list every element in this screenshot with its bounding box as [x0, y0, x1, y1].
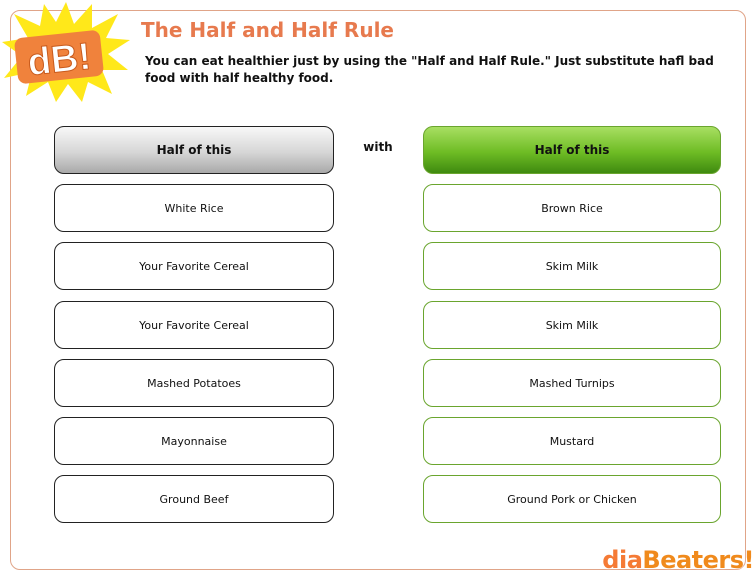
- page-subtitle: You can eat healthier just by using the …: [145, 54, 714, 85]
- bad-food-item: Your Favorite Cereal: [54, 242, 334, 290]
- left-column-header: Half of this: [54, 126, 334, 174]
- bad-food-item: White Rice: [54, 184, 334, 232]
- right-column-header: Half of this: [423, 126, 721, 174]
- brand-part-2: Beaters!: [642, 546, 754, 574]
- bad-food-item: Mashed Potatoes: [54, 359, 334, 407]
- healthy-food-item: Mustard: [423, 417, 721, 465]
- bad-food-item: Ground Beef: [54, 475, 334, 523]
- with-label: with: [363, 140, 393, 154]
- healthy-food-item: Mashed Turnips: [423, 359, 721, 407]
- bad-food-item: Your Favorite Cereal: [54, 301, 334, 349]
- healthy-food-item: Skim Milk: [423, 301, 721, 349]
- healthy-food-item: Skim Milk: [423, 242, 721, 290]
- bad-food-item: Mayonnaise: [54, 417, 334, 465]
- logo-text: dB!: [26, 36, 93, 84]
- page-title: The Half and Half Rule: [141, 18, 394, 42]
- db-logo: dB!: [2, 2, 130, 102]
- brand-part-1: dia: [602, 546, 643, 574]
- diabeaters-brand: diaBeaters!: [602, 546, 754, 574]
- healthy-food-item: Brown Rice: [423, 184, 721, 232]
- healthy-food-item: Ground Pork or Chicken: [423, 475, 721, 523]
